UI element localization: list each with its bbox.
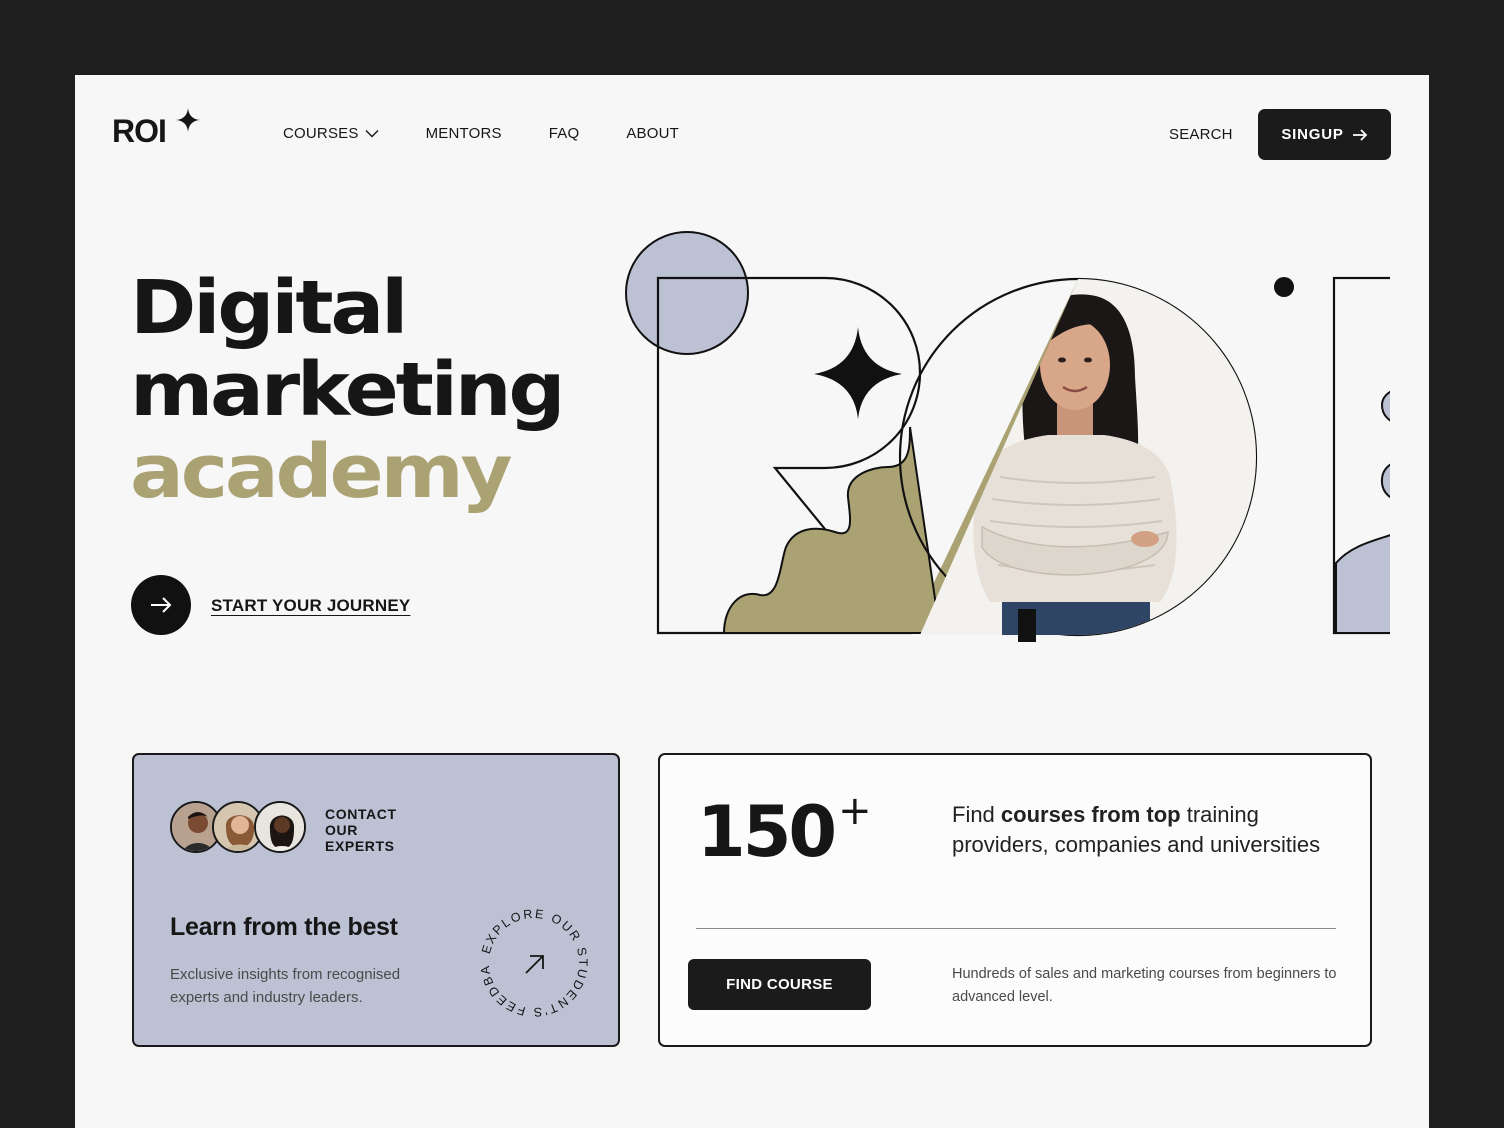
arrow-up-right-icon bbox=[525, 955, 544, 974]
contact-line: EXPERTS bbox=[325, 838, 395, 854]
courses-count-suffix: + bbox=[838, 787, 871, 834]
logo[interactable]: ROI bbox=[112, 113, 167, 150]
nav-item-label: COURSES bbox=[283, 125, 359, 142]
hero-title-accent: academy bbox=[130, 429, 513, 515]
start-journey-button[interactable] bbox=[131, 575, 191, 635]
experts-card: CONTACT OUR EXPERTS Learn from the best … bbox=[132, 753, 620, 1047]
avatar bbox=[254, 801, 306, 853]
nav-item-label: FAQ bbox=[548, 125, 580, 142]
signup-button[interactable]: SINGUP bbox=[1258, 109, 1391, 160]
courses-count: 150 + bbox=[697, 787, 872, 873]
sparkle-star-icon bbox=[814, 327, 902, 419]
arrow-right-icon bbox=[1352, 128, 1367, 141]
courses-count-value: 150 bbox=[697, 791, 837, 873]
black-dot bbox=[1274, 277, 1294, 297]
headline-bold: courses from top bbox=[1000, 802, 1181, 827]
search-link[interactable]: SEARCH bbox=[1169, 126, 1233, 143]
courses-headline: Find courses from top training providers… bbox=[952, 800, 1352, 860]
contact-line: CONTACT bbox=[325, 806, 397, 822]
nav-item-label: ABOUT bbox=[626, 125, 680, 142]
courses-card: 150 + Find courses from top training prov… bbox=[658, 753, 1372, 1047]
nav-item-about[interactable]: ABOUT bbox=[626, 125, 679, 142]
lavender-wave bbox=[1335, 390, 1390, 634]
chevron-down-icon bbox=[365, 130, 379, 138]
lavender-circle bbox=[625, 231, 749, 355]
nav-item-label: MENTORS bbox=[425, 125, 502, 142]
main-nav: COURSES MENTORS FAQ ABOUT bbox=[283, 125, 726, 142]
nav-item-faq[interactable]: FAQ bbox=[549, 125, 580, 142]
hero-title-line: marketing bbox=[130, 347, 566, 433]
contact-line: OUR bbox=[325, 822, 358, 838]
badge-text: EXPLORE OUR STUDENT'S FEEDBACK bbox=[474, 903, 588, 1019]
svg-text:EXPLORE OUR STUDENT'S FEEDBACK: EXPLORE OUR STUDENT'S FEEDBACK bbox=[474, 903, 590, 1019]
start-journey-link[interactable]: START YOUR JOURNEY bbox=[211, 596, 410, 616]
divider bbox=[696, 928, 1336, 929]
find-course-button[interactable]: FIND COURSE bbox=[688, 959, 871, 1010]
nav-item-courses[interactable]: COURSES bbox=[283, 125, 379, 142]
arrow-right-icon bbox=[151, 597, 172, 613]
sparkle-star-icon bbox=[176, 108, 200, 132]
signup-label: SINGUP bbox=[1281, 126, 1344, 143]
olive-wave bbox=[722, 426, 942, 634]
roi-hero-illustration bbox=[625, 231, 1390, 642]
expert-avatars[interactable] bbox=[170, 801, 306, 853]
headline-pre: Find bbox=[952, 802, 1001, 827]
page: ROI COURSES MENTORS FAQ ABOUT SEARCH SIN… bbox=[75, 75, 1429, 1128]
hero-title-line: Digital bbox=[130, 265, 408, 351]
card-description: Exclusive insights from recognised exper… bbox=[170, 966, 401, 1006]
nav-item-mentors[interactable]: MENTORS bbox=[426, 125, 502, 142]
contact-experts-link[interactable]: CONTACT OUR EXPERTS bbox=[325, 806, 415, 854]
feedback-badge[interactable]: EXPLORE OUR STUDENT'S FEEDBACK bbox=[474, 903, 594, 1023]
hero-title: Digital marketing academy bbox=[130, 265, 566, 515]
card-title: Learn from the best bbox=[170, 913, 398, 941]
black-block bbox=[1018, 609, 1036, 642]
courses-description: Hundreds of sales and marketing courses … bbox=[952, 966, 1337, 1005]
